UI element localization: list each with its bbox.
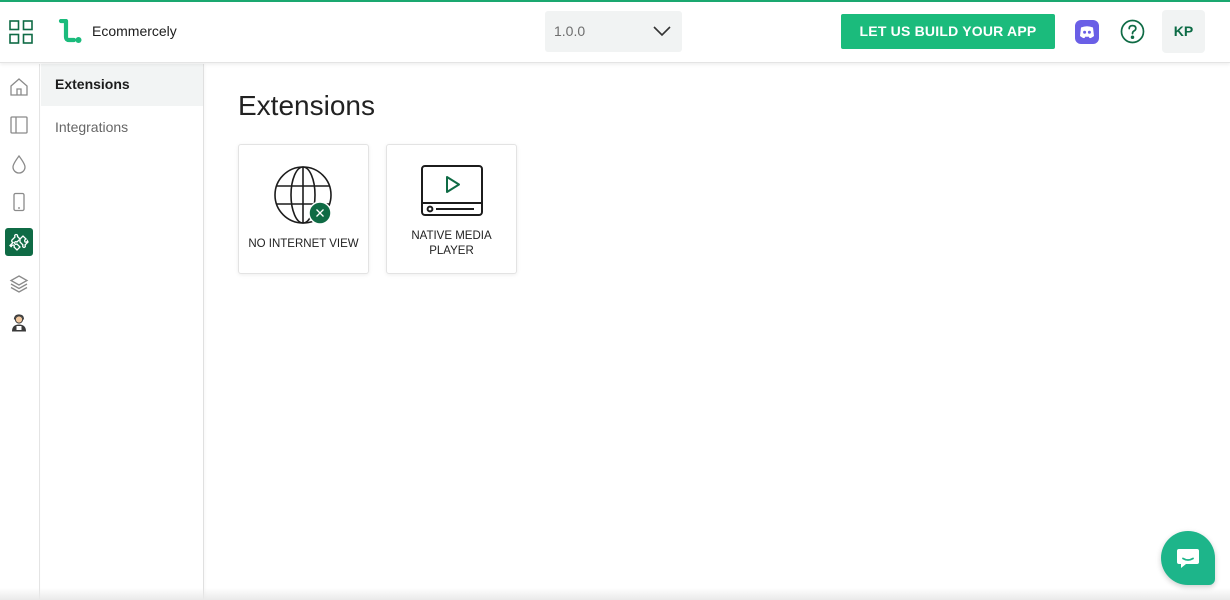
support-agent-icon [12,314,26,332]
phone-icon [13,192,25,212]
chat-bubble-icon [1177,549,1199,568]
avatar[interactable]: KP [1162,10,1205,53]
bottom-edge [0,588,1230,600]
extension-card-media-player[interactable]: NATIVE MEDIA PLAYER [386,144,517,274]
top-bar: Ecommercely 1.0.0 LET US BUILD YOUR APP … [0,2,1230,63]
chat-launcher-button[interactable] [1161,531,1215,585]
layout-icon [10,116,28,134]
subnav-item-integrations[interactable]: Integrations [41,107,203,149]
video-player-icon [421,165,483,216]
subnav-label: Extensions [55,76,130,92]
rail-item-preview[interactable] [5,188,33,216]
rail-item-layers[interactable] [5,270,33,298]
subnav-label: Integrations [55,119,129,135]
app-name: Ecommercely [92,23,177,39]
brand-logo-icon [58,18,82,45]
help-icon[interactable] [1120,19,1145,44]
card-label: NO INTERNET VIEW [248,238,359,250]
extension-card-no-internet[interactable]: NO INTERNET VIEW [238,144,369,274]
chevron-down-icon [653,26,671,37]
rail-item-support[interactable] [5,309,33,337]
apps-grid-icon[interactable] [9,20,33,44]
rail-item-layout[interactable] [5,111,33,139]
globe-offline-icon [274,166,332,225]
layers-icon [9,275,29,293]
puzzle-icon [9,233,29,251]
version-select[interactable]: 1.0.0 [545,11,682,52]
subnav-item-extensions[interactable]: Extensions [41,64,203,106]
card-label: NATIVE MEDIA PLAYER [411,230,492,257]
home-icon [10,78,28,96]
discord-icon[interactable] [1074,19,1100,45]
icon-rail [0,64,40,600]
rail-item-theme[interactable] [5,150,33,178]
drop-icon [12,154,26,174]
version-value: 1.0.0 [554,23,586,39]
sub-navigation: Extensions Integrations [41,64,204,600]
build-app-button[interactable]: LET US BUILD YOUR APP [841,14,1055,49]
rail-item-home[interactable] [5,73,33,101]
page-title: Extensions [238,90,375,121]
rail-item-extensions[interactable] [5,228,33,256]
